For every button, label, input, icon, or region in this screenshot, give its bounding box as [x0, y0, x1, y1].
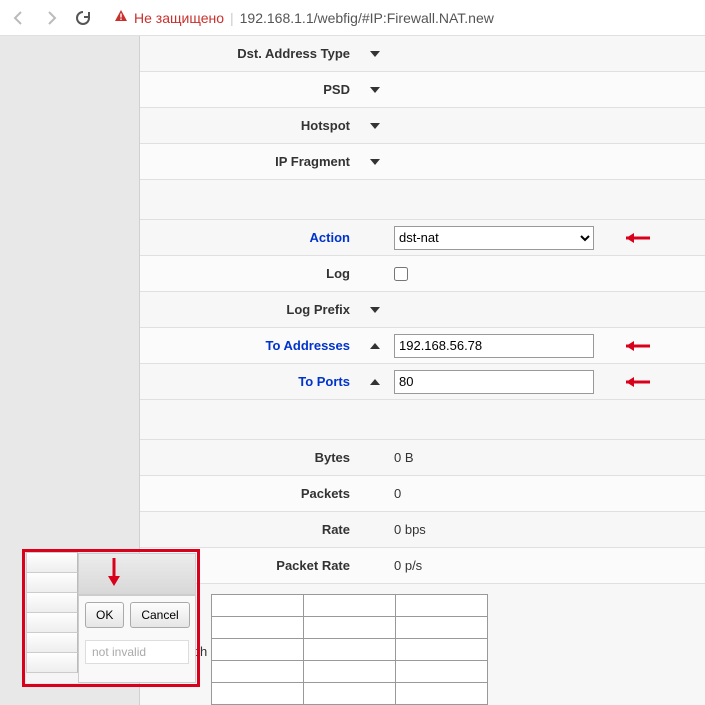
dialog-sidebar [26, 553, 78, 683]
row-ip-fragment: IP Fragment [140, 144, 705, 180]
action-select[interactable]: dst-nat [394, 226, 594, 250]
toggle-psd[interactable] [370, 87, 380, 93]
row-to-addresses: To Addresses [140, 328, 705, 364]
back-button[interactable] [8, 7, 30, 29]
url-text: 192.168.1.1/webfig/#IP:Firewall.NAT.new [240, 10, 494, 26]
row-packet-rate: Packet Rate 0 p/s [140, 548, 705, 584]
label-log: Log [140, 266, 360, 281]
label-dst-address-type: Dst. Address Type [140, 46, 360, 61]
dialog-body: OK Cancel not invalid [78, 595, 196, 683]
reload-button[interactable] [72, 7, 94, 29]
row-log-prefix: Log Prefix [140, 292, 705, 328]
value-packets: 0 [394, 486, 401, 501]
rate-graph-table [211, 594, 488, 705]
annotation-arrow-addresses [624, 338, 658, 354]
label-bytes: Bytes [140, 450, 360, 465]
dialog-header [78, 553, 196, 595]
main-content: Dst. Address Type PSD Hotspot IP Fragmen… [140, 36, 705, 705]
cancel-button[interactable]: Cancel [130, 602, 189, 628]
ok-button[interactable]: OK [85, 602, 124, 628]
forward-button[interactable] [40, 7, 62, 29]
dialog: OK Cancel not invalid [26, 553, 196, 683]
label-hotspot: Hotspot [140, 118, 360, 133]
toggle-ip-fragment[interactable] [370, 159, 380, 165]
annotation-arrow-action [624, 230, 658, 246]
label-ip-fragment: IP Fragment [140, 154, 360, 169]
label-packets: Packets [140, 486, 360, 501]
toggle-to-ports[interactable] [370, 379, 380, 385]
toggle-dst-address-type[interactable] [370, 51, 380, 57]
row-action: Action dst-nat [140, 220, 705, 256]
toggle-hotspot[interactable] [370, 123, 380, 129]
row-to-ports: To Ports [140, 364, 705, 400]
row-dst-address-type: Dst. Address Type [140, 36, 705, 72]
section-spacer-1 [140, 180, 705, 220]
label-log-prefix: Log Prefix [140, 302, 360, 317]
row-packets: Packets 0 [140, 476, 705, 512]
label-rate: Rate [140, 522, 360, 537]
value-packet-rate: 0 p/s [394, 558, 422, 573]
warning-icon [114, 9, 128, 26]
label-action: Action [140, 230, 360, 245]
row-rate: Rate 0 bps [140, 512, 705, 548]
security-label: Не защищено [134, 10, 224, 26]
row-rate-graph: Rate Graph [140, 584, 705, 705]
url-separator: | [230, 10, 234, 26]
log-checkbox[interactable] [394, 267, 408, 281]
toggle-log-prefix[interactable] [370, 307, 380, 313]
row-hotspot: Hotspot [140, 108, 705, 144]
row-log: Log [140, 256, 705, 292]
section-spacer-2 [140, 400, 705, 440]
row-bytes: Bytes 0 B [140, 440, 705, 476]
dialog-status: not invalid [85, 640, 189, 664]
label-to-ports: To Ports [140, 374, 360, 389]
row-psd: PSD [140, 72, 705, 108]
to-ports-input[interactable] [394, 370, 594, 394]
to-addresses-input[interactable] [394, 334, 594, 358]
value-bytes: 0 B [394, 450, 414, 465]
address-bar[interactable]: Не защищено | 192.168.1.1/webfig/#IP:Fir… [114, 9, 494, 26]
annotation-arrow-ports [624, 374, 658, 390]
label-to-addresses: To Addresses [140, 338, 360, 353]
label-psd: PSD [140, 82, 360, 97]
browser-bar: Не защищено | 192.168.1.1/webfig/#IP:Fir… [0, 0, 705, 36]
value-rate: 0 bps [394, 522, 426, 537]
toggle-to-addresses[interactable] [370, 343, 380, 349]
